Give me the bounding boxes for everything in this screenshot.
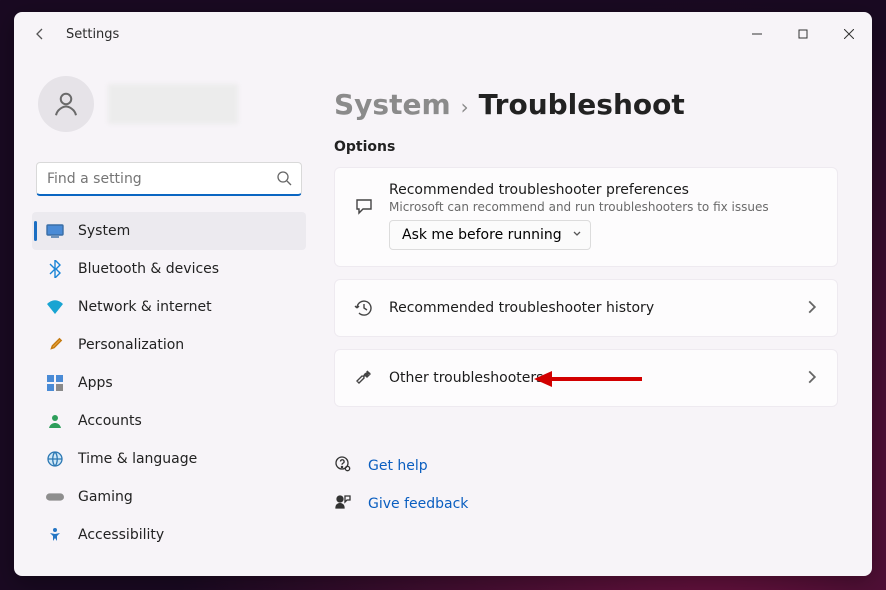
- nav-list: System Bluetooth & devices Network & int…: [32, 212, 306, 554]
- window-controls: [734, 18, 872, 50]
- breadcrumb-current: Troubleshoot: [479, 88, 685, 121]
- feedback-icon: [334, 493, 352, 515]
- dropdown-value: Ask me before running: [402, 227, 562, 243]
- sidebar-item-system[interactable]: System: [32, 212, 306, 250]
- sidebar-item-label: Network & internet: [78, 299, 212, 315]
- preference-dropdown[interactable]: Ask me before running: [389, 220, 591, 250]
- section-label: Options: [334, 139, 838, 155]
- gamepad-icon: [46, 488, 64, 506]
- settings-window: Settings: [14, 12, 872, 576]
- help-icon: [334, 455, 352, 477]
- history-icon: [353, 298, 375, 318]
- main-panel: System › Troubleshoot Options Recommende…: [318, 56, 872, 576]
- card-title: Recommended troubleshooter history: [389, 300, 791, 316]
- minimize-button[interactable]: [734, 18, 780, 50]
- person-icon: [46, 412, 64, 430]
- give-feedback-row[interactable]: Give feedback: [334, 493, 838, 515]
- get-help-link[interactable]: Get help: [368, 458, 428, 474]
- breadcrumb-parent[interactable]: System: [334, 88, 451, 121]
- chevron-right-icon: [805, 369, 819, 388]
- sidebar-item-label: Gaming: [78, 489, 133, 505]
- accessibility-icon: [46, 526, 64, 544]
- sidebar-item-label: Apps: [78, 375, 113, 391]
- sidebar-item-gaming[interactable]: Gaming: [32, 478, 306, 516]
- window-title: Settings: [66, 27, 119, 42]
- brush-icon: [46, 336, 64, 354]
- breadcrumb: System › Troubleshoot: [334, 88, 838, 121]
- search-input[interactable]: [36, 162, 302, 196]
- card-troubleshooter-history[interactable]: Recommended troubleshooter history: [334, 279, 838, 337]
- give-feedback-link[interactable]: Give feedback: [368, 496, 468, 512]
- sidebar-item-label: Time & language: [78, 451, 197, 467]
- sidebar-item-apps[interactable]: Apps: [32, 364, 306, 402]
- globe-icon: [46, 450, 64, 468]
- bluetooth-icon: [46, 260, 64, 278]
- avatar: [38, 76, 94, 132]
- display-icon: [46, 222, 64, 240]
- sidebar-item-network[interactable]: Network & internet: [32, 288, 306, 326]
- sidebar-item-accounts[interactable]: Accounts: [32, 402, 306, 440]
- sidebar-item-label: Bluetooth & devices: [78, 261, 219, 277]
- search-box[interactable]: [36, 162, 302, 196]
- chevron-right-icon: ›: [461, 95, 469, 119]
- apps-icon: [46, 374, 64, 392]
- card-troubleshooter-preferences: Recommended troubleshooter preferences M…: [334, 167, 838, 267]
- get-help-row[interactable]: Get help: [334, 455, 838, 477]
- chat-icon: [353, 196, 375, 216]
- back-button[interactable]: [24, 18, 56, 50]
- sidebar-item-bluetooth[interactable]: Bluetooth & devices: [32, 250, 306, 288]
- chevron-right-icon: [805, 299, 819, 318]
- wrench-icon: [353, 368, 375, 388]
- sidebar-item-personalization[interactable]: Personalization: [32, 326, 306, 364]
- profile-name-masked: [108, 84, 238, 124]
- sidebar-item-label: Accessibility: [78, 527, 164, 543]
- search-icon: [276, 170, 292, 190]
- profile-block[interactable]: [32, 56, 306, 140]
- wifi-icon: [46, 298, 64, 316]
- sidebar: System Bluetooth & devices Network & int…: [14, 56, 318, 576]
- titlebar: Settings: [14, 12, 872, 56]
- sidebar-item-label: Personalization: [78, 337, 184, 353]
- close-button[interactable]: [826, 18, 872, 50]
- chevron-down-icon: [572, 227, 582, 243]
- sidebar-item-label: Accounts: [78, 413, 142, 429]
- annotation-arrow-icon: [534, 367, 644, 391]
- sidebar-item-accessibility[interactable]: Accessibility: [32, 516, 306, 554]
- card-subtitle: Microsoft can recommend and run troubles…: [389, 200, 819, 214]
- maximize-button[interactable]: [780, 18, 826, 50]
- help-links: Get help Give feedback: [334, 455, 838, 515]
- sidebar-item-label: System: [78, 223, 130, 239]
- sidebar-item-time-language[interactable]: Time & language: [32, 440, 306, 478]
- card-title: Recommended troubleshooter preferences: [389, 182, 819, 198]
